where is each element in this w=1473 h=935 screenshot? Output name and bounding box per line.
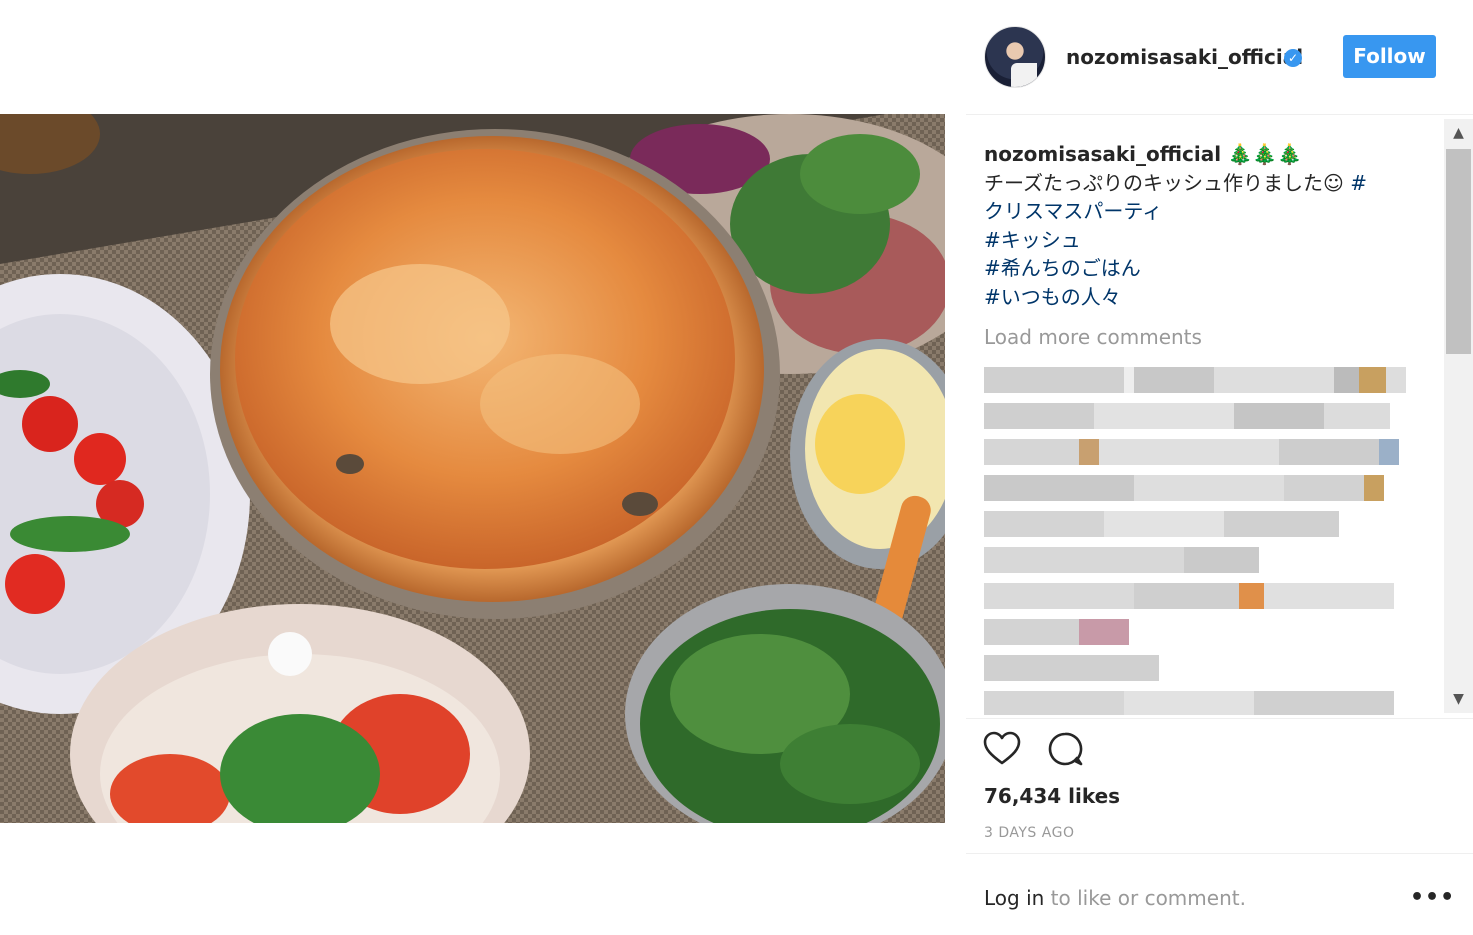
redacted-comment [984,403,1428,429]
scroll-up-arrow-icon[interactable]: ▲ [1444,119,1473,147]
redacted-comment [984,583,1428,609]
redacted-comment [984,547,1428,573]
login-prompt: Log in to like or comment. [984,886,1246,910]
caption-text: チーズたっぷりのキッシュ作りました☺ [984,170,1351,195]
redacted-comment [984,439,1428,465]
post-photo [0,114,945,823]
header-username[interactable]: nozomisasaki_official [1066,45,1303,69]
load-more-comments-link[interactable]: Load more comments [984,325,1428,349]
redacted-comment [984,655,1428,681]
post-timestamp[interactable]: 3 DAYS AGO [984,825,1074,841]
redacted-comment [984,367,1428,393]
scroll-down-arrow-icon[interactable]: ▼ [1444,685,1473,713]
hashtag-link[interactable]: クリスマスパーティ [984,199,1162,223]
hashtag-link[interactable]: #希んちのごはん [984,256,1141,280]
caption: nozomisasaki_official 🎄🎄🎄 チーズたっぷりのキッシュ作り… [984,140,1428,311]
food-photo-illustration [0,114,945,823]
verified-badge-icon: ✓ [1284,49,1302,67]
comments-panel: nozomisasaki_official 🎄🎄🎄 チーズたっぷりのキッシュ作り… [984,140,1428,715]
redacted-comment [984,511,1428,537]
hashtag-link[interactable]: #キッシュ [984,228,1081,252]
divider [966,114,1473,115]
divider [966,718,1473,719]
login-prompt-text: to like or comment. [1044,886,1246,910]
divider [966,853,1473,854]
comments-scrollbar[interactable]: ▲ ▼ [1444,119,1473,713]
avatar[interactable] [984,26,1046,88]
likes-count[interactable]: 76,434 likes [984,784,1120,808]
caption-emoji: 🎄🎄🎄 [1227,142,1303,166]
redacted-comment [984,619,1428,645]
heart-outline-icon[interactable] [983,730,1021,768]
speech-bubble-icon[interactable] [1046,730,1084,768]
hashtag-link[interactable]: #いつもの人々 [984,285,1121,309]
hashtag-link[interactable]: # [1350,171,1367,195]
more-options-button[interactable]: ••• [1410,887,1455,909]
login-link[interactable]: Log in [984,886,1044,910]
redacted-comment [984,475,1428,501]
caption-username[interactable]: nozomisasaki_official [984,142,1221,166]
scrollbar-thumb[interactable] [1446,149,1471,354]
follow-button[interactable]: Follow [1343,35,1436,78]
redacted-comments [984,367,1428,715]
redacted-comment [984,691,1428,715]
